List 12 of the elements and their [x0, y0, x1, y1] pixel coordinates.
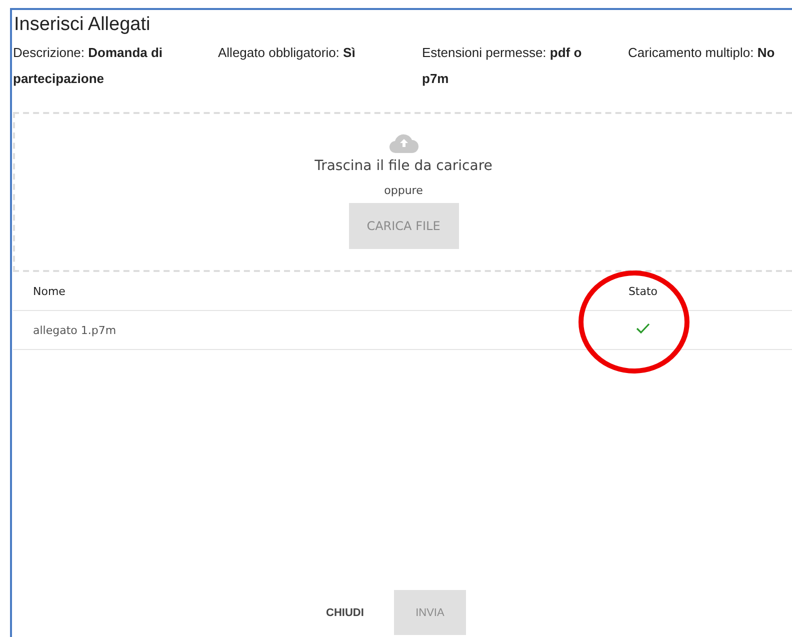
or-text: oppure: [384, 184, 423, 197]
detail-text: Estensioni permesse: pdf o p7m: [422, 44, 583, 88]
dialog-title: Inserisci Allegati: [14, 14, 152, 36]
column-header: Nome: [13, 272, 593, 310]
cloud-upload-icon: [388, 132, 418, 154]
close-button[interactable]: CHIUDI: [318, 590, 372, 635]
detail-text: Allegato obbligatorio: Sì: [218, 44, 356, 62]
table-cell: allegato 1.p7m: [13, 310, 593, 350]
detail-text: Caricamento multiplo: No: [628, 44, 776, 62]
column-header: Stato: [593, 272, 693, 310]
detail-text: Descrizione: Domanda di partecipazione: [13, 44, 164, 88]
drop-hint: Trascina il file da caricare: [314, 158, 492, 174]
